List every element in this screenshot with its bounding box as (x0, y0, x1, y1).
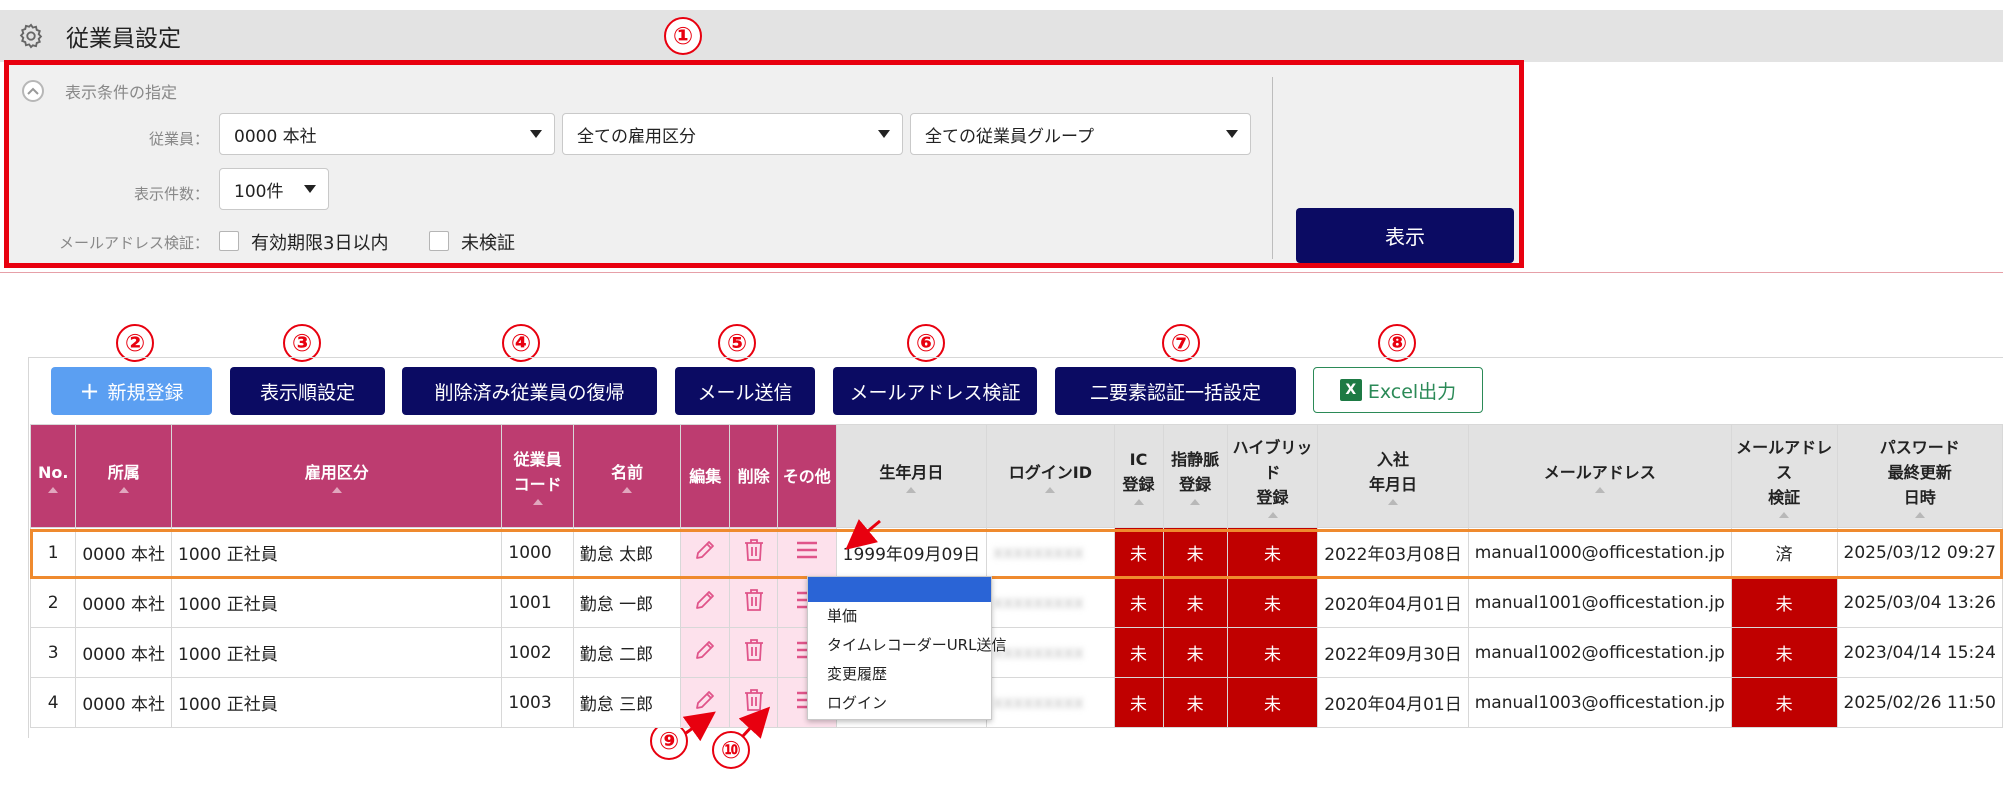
annotation-arrows (682, 519, 881, 742)
